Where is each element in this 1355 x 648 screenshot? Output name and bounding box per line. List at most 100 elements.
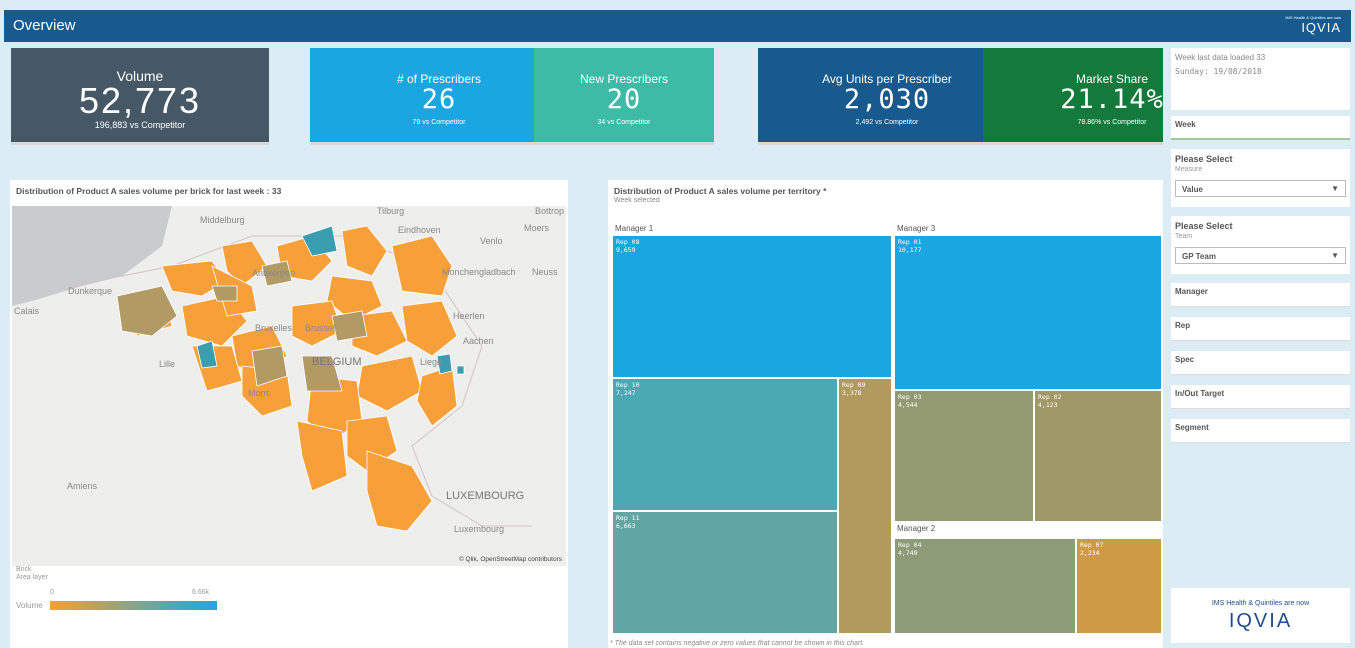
- tile-name: Rep 03: [898, 393, 922, 401]
- kpi-sub: 2,492 vs Competitor: [855, 119, 919, 126]
- tile-value: 6,663: [616, 522, 636, 530]
- treemap-tile-rep-02[interactable]: Rep 02 4,123: [1034, 390, 1162, 522]
- tile-name: Rep 04: [898, 541, 922, 549]
- top-bar: Overview IMS Health & Quintiles are now …: [4, 10, 1351, 42]
- tile-name: Rep 01: [898, 238, 922, 246]
- footer-logo-tagline: IMS Health & Quintiles are now: [1211, 600, 1310, 607]
- tile-name: Rep 02: [1038, 393, 1062, 401]
- measure-dropdown[interactable]: Value ▼: [1175, 180, 1346, 197]
- kpi-new-prescribers[interactable]: New Prescribers 20 34 vs Competitor: [534, 48, 714, 145]
- tile-value: 2,234: [1080, 549, 1100, 557]
- spec-filter[interactable]: Spec: [1171, 351, 1350, 375]
- kpi-value: 2,030: [843, 84, 931, 115]
- treemap-manager-label: Manager 1: [615, 224, 654, 233]
- legend-color-bar: [50, 601, 217, 610]
- treemap-manager-label: Manager 3: [897, 224, 936, 233]
- map-city-label: Luxembourg: [454, 524, 505, 534]
- tile-value: 4,749: [898, 549, 918, 557]
- map-city-label: Bruxelles: [255, 323, 293, 333]
- map-city-label: Middelburg: [200, 215, 245, 225]
- map-attribution[interactable]: © Qlik, OpenStreetMap contributors: [459, 556, 562, 563]
- team-select-title: Please Select: [1175, 221, 1233, 231]
- treemap-tile-rep-03[interactable]: Rep 03 4,544: [894, 390, 1034, 522]
- kpi-avg-units[interactable]: Avg Units per Prescriber 2,030 2,492 vs …: [758, 48, 1016, 145]
- data-loaded-date: Sunday: 19/08/2018: [1175, 67, 1262, 76]
- manager-filter[interactable]: Manager: [1171, 283, 1350, 307]
- data-loaded-text: Week last data loaded 33: [1175, 53, 1266, 62]
- treemap-subtitle: Week selected: [614, 197, 660, 204]
- filter-label: Rep: [1175, 321, 1191, 330]
- kpi-value: 20: [606, 84, 642, 115]
- treemap-tile-rep-07[interactable]: Rep 07 2,234: [1076, 538, 1162, 634]
- tile-value: 7,247: [616, 389, 636, 397]
- week-filter[interactable]: Week: [1171, 116, 1350, 140]
- filter-label: In/Out Target: [1175, 389, 1225, 398]
- map-country-label: LUXEMBOURG: [446, 490, 525, 502]
- kpi-sub: 34 vs Competitor: [597, 119, 651, 126]
- treemap-tile-rep-11[interactable]: Rep 11 6,663: [612, 511, 838, 634]
- map-country-label: BELGIUM: [312, 356, 362, 368]
- tile-name: Rep 10: [616, 381, 640, 389]
- legend-measure: Volume: [16, 601, 43, 610]
- treemap-tile-rep-04[interactable]: Rep 04 4,749: [894, 538, 1076, 634]
- filter-label: Manager: [1175, 287, 1208, 296]
- kpi-value: 52,773: [78, 80, 202, 121]
- header-logo: IMS Health & Quintiles are now IQVIA: [1285, 15, 1341, 35]
- kpi-prescribers[interactable]: # of Prescribers 26 79 vs Competitor: [310, 48, 568, 145]
- header-logo-name: IQVIA: [1301, 20, 1341, 35]
- filter-sidebar: Week last data loaded 33 Sunday: 19/08/2…: [1163, 48, 1351, 643]
- map-city-label: Neuss: [532, 267, 558, 277]
- treemap-tile-rep-09[interactable]: Rep 09 3,378: [838, 378, 892, 634]
- map-panel-title: Distribution of Product A sales volume p…: [16, 186, 282, 196]
- week-filter-label: Week: [1175, 120, 1196, 129]
- map-city-label: Amiens: [67, 481, 98, 491]
- tile-name: Rep 08: [616, 238, 640, 246]
- map-city-label: Monchengladbach: [442, 267, 516, 277]
- tile-name: Rep 11: [616, 514, 640, 522]
- tile-value: 10,177: [898, 246, 922, 254]
- tile-value: 9,659: [616, 246, 636, 254]
- map-city-label: Aachen: [463, 336, 494, 346]
- map-city-label: Calais: [14, 306, 40, 316]
- map-city-label: Mons: [248, 388, 271, 398]
- team-dropdown-value: GP Team: [1182, 252, 1216, 261]
- in-out-target-filter[interactable]: In/Out Target: [1171, 385, 1350, 409]
- map-canvas: [12, 206, 532, 532]
- legend-min: 0: [50, 589, 54, 596]
- tile-name: Rep 07: [1080, 541, 1104, 549]
- map-city-label: Moers: [524, 223, 550, 233]
- treemap-tile-rep-10[interactable]: Rep 10 7,247: [612, 378, 838, 511]
- map-city-label: Antwerpen: [252, 268, 296, 278]
- map-city-label: Brussel: [305, 323, 336, 333]
- treemap-tile-rep-01[interactable]: Rep 01 10,177: [894, 235, 1162, 390]
- tile-value: 3,378: [842, 389, 862, 397]
- brick-map[interactable]: Tilburg Bottrop Middelburg Eindhoven Moe…: [12, 206, 566, 566]
- measure-dropdown-value: Value: [1182, 185, 1203, 194]
- map-city-label: Venlo: [480, 236, 503, 246]
- treemap-tile-rep-08[interactable]: Rep 08 9,659: [612, 235, 892, 378]
- data-loaded-box: Week last data loaded 33 Sunday: 19/08/2…: [1171, 48, 1350, 110]
- treemap-manager-label: Manager 2: [897, 524, 936, 533]
- segment-filter[interactable]: Segment: [1171, 419, 1350, 443]
- treemap-footnote: * The data set contains negative or zero…: [610, 640, 865, 647]
- footer-logo-name: IQVIA: [1228, 610, 1293, 632]
- team-select-subtitle: Team: [1175, 233, 1193, 240]
- chevron-down-icon: ▼: [1331, 184, 1339, 193]
- map-city-label: Tilburg: [377, 206, 405, 216]
- measure-select-box: Please Select Measure Value ▼: [1171, 149, 1350, 207]
- map-city-label: Liege: [420, 357, 443, 367]
- tile-value: 4,123: [1038, 401, 1058, 409]
- kpi-sub: 79 vs Competitor: [412, 119, 466, 126]
- map-city-label: Bottrop: [535, 206, 565, 216]
- rep-filter[interactable]: Rep: [1171, 317, 1350, 341]
- tile-value: 4,544: [898, 401, 918, 409]
- tile-name: Rep 09: [842, 381, 866, 389]
- treemap-title: Distribution of Product A sales volume p…: [614, 186, 827, 196]
- team-select-box: Please Select Team GP Team ▼: [1171, 216, 1350, 274]
- measure-select-title: Please Select: [1175, 154, 1233, 164]
- filter-label: Spec: [1175, 355, 1195, 364]
- measure-select-subtitle: Measure: [1175, 166, 1203, 173]
- kpi-volume[interactable]: Volume 52,773 196,883 vs Competitor: [11, 48, 269, 145]
- kpi-sub: 196,883 vs Competitor: [94, 120, 186, 130]
- team-dropdown[interactable]: GP Team ▼: [1175, 247, 1346, 264]
